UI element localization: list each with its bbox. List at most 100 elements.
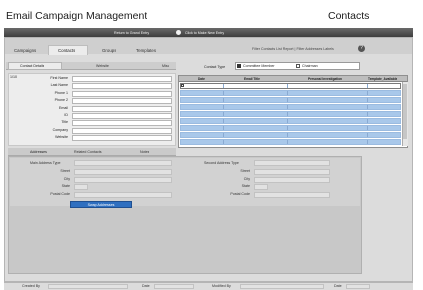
created-date-label: Date	[142, 284, 150, 288]
grid-cell-divider	[223, 105, 224, 109]
grid-column-header[interactable]: Template_Available	[368, 77, 397, 81]
new-entry-icon[interactable]	[176, 30, 181, 35]
second-address-type-label: Second Address Type	[204, 161, 239, 165]
main-address-field-label: Street	[60, 169, 70, 173]
filter-links[interactable]: Filter Contacts List Report | Filter Add…	[252, 47, 334, 51]
second-address-field-label: Postal Code	[230, 191, 250, 196]
grid-cell-divider	[287, 98, 288, 102]
tab-related-contacts[interactable]: Related Contacts	[74, 150, 102, 154]
contact-field-label: Website	[55, 135, 68, 140]
grid-cell-divider	[223, 126, 224, 130]
grid-row[interactable]	[180, 83, 401, 89]
contact-field-label: Phone 1	[54, 90, 68, 95]
committee-label: Committee Member	[243, 64, 275, 68]
grid-row[interactable]	[180, 118, 401, 124]
main-address-type-label: Main Address Type	[30, 161, 61, 165]
main-address-field-label: State	[61, 184, 70, 188]
grid-cell-divider	[287, 91, 288, 95]
contact-field-label: ID	[64, 113, 68, 117]
grid-scroll-thumb[interactable]	[403, 84, 407, 139]
second-address-type-field[interactable]	[254, 160, 330, 166]
created-by-label: Created By	[22, 284, 40, 288]
contact-type-label: Contact Type	[204, 65, 226, 69]
grid-cell-divider	[287, 112, 288, 116]
grid-cell-divider	[287, 105, 288, 109]
modified-date-label: Date	[334, 284, 342, 288]
second-address-field-label: Street	[240, 169, 250, 173]
grid-row[interactable]	[180, 125, 401, 131]
grid-cell-divider	[367, 126, 368, 130]
contact-field-input[interactable]	[72, 135, 172, 142]
home-icon[interactable]	[104, 30, 110, 43]
grid-row[interactable]	[180, 104, 401, 110]
grid-column-header[interactable]: Personal Investigation	[308, 77, 342, 81]
contact-field-input[interactable]	[72, 113, 172, 119]
grid-cell-divider	[223, 98, 224, 102]
grid-row[interactable]	[180, 139, 401, 145]
grid-cell-divider	[223, 133, 224, 137]
contact-field-label: Phone 2	[54, 98, 68, 103]
grid-cell-divider	[223, 84, 224, 88]
second-address-field-label: State	[241, 184, 250, 188]
tab-addresses[interactable]: Addresses	[30, 150, 47, 154]
second-address-field-input[interactable]	[254, 176, 330, 183]
grid-cell-divider	[287, 140, 288, 144]
contact-field-input[interactable]	[72, 127, 172, 134]
new-entry-link[interactable]: Click to Make New Entry	[185, 31, 224, 35]
tab-notes[interactable]: Notes	[140, 150, 149, 154]
swap-addresses-button[interactable]: Swap Addresses	[70, 201, 132, 208]
return-home-link[interactable]: Return to Grand Entry	[114, 31, 149, 35]
contact-field-label: Title	[61, 120, 68, 125]
grid-row-select-icon[interactable]	[181, 84, 184, 87]
tab-campaigns[interactable]: Campaigns	[14, 48, 36, 53]
contact-field-label: Company	[52, 127, 68, 132]
committee-checkbox[interactable]	[237, 64, 241, 68]
grid-cell-divider	[367, 112, 368, 116]
contact-field-input[interactable]	[72, 98, 172, 105]
grid-cell-divider	[223, 119, 224, 123]
main-address-type-field[interactable]	[74, 160, 172, 166]
main-address-field-input[interactable]	[74, 191, 172, 198]
tab-contacts[interactable]: Contacts	[58, 48, 75, 53]
tab-groups[interactable]: Groups	[102, 48, 116, 53]
contact-field-label: Email	[59, 105, 68, 110]
contact-field-label: Last Name	[50, 83, 68, 88]
modified-by-label: Modified By	[212, 284, 231, 288]
grid-cell-divider	[367, 119, 368, 123]
grid-cell-divider	[223, 91, 224, 95]
contact-field-input[interactable]	[72, 90, 172, 97]
contact-field-input[interactable]	[72, 76, 172, 82]
main-address-field-label: City	[63, 176, 70, 181]
grid-row[interactable]	[180, 90, 401, 96]
grid-row[interactable]	[180, 97, 401, 103]
contact-field-label: First Name	[50, 76, 68, 80]
subtab-contact-details[interactable]: Contact Details	[20, 64, 44, 68]
section-title: Contacts	[328, 10, 370, 22]
second-address-field-input[interactable]	[254, 169, 330, 175]
grid-column-header[interactable]: Email Title	[244, 77, 260, 81]
subtab-website[interactable]: Website	[96, 64, 109, 68]
modified-by-field	[240, 284, 324, 289]
main-address-field-input[interactable]	[74, 184, 88, 190]
second-address-field-input[interactable]	[254, 184, 268, 190]
chairman-checkbox[interactable]	[296, 64, 300, 68]
second-address-field-label: City	[243, 176, 250, 181]
main-address-field-label: Postal Code	[50, 191, 70, 196]
contact-field-input[interactable]	[72, 120, 172, 127]
grid-cell-divider	[287, 126, 288, 130]
tab-templates[interactable]: Templates	[136, 48, 156, 53]
second-address-field-input[interactable]	[254, 191, 330, 198]
main-address-field-input[interactable]	[74, 169, 172, 175]
main-address-field-input[interactable]	[74, 176, 172, 183]
subtab-misc[interactable]: Misc	[162, 64, 169, 68]
grid-cell-divider	[367, 98, 368, 102]
grid-row[interactable]	[180, 132, 401, 138]
contact-field-input[interactable]	[72, 83, 172, 90]
grid-cell-divider	[367, 91, 368, 95]
created-date-field	[154, 284, 194, 289]
grid-row[interactable]	[180, 111, 401, 117]
contact-field-input[interactable]	[72, 105, 172, 112]
created-by-field	[48, 284, 128, 289]
grid-column-header[interactable]: Date	[198, 77, 205, 81]
help-icon[interactable]: ?	[358, 45, 365, 52]
